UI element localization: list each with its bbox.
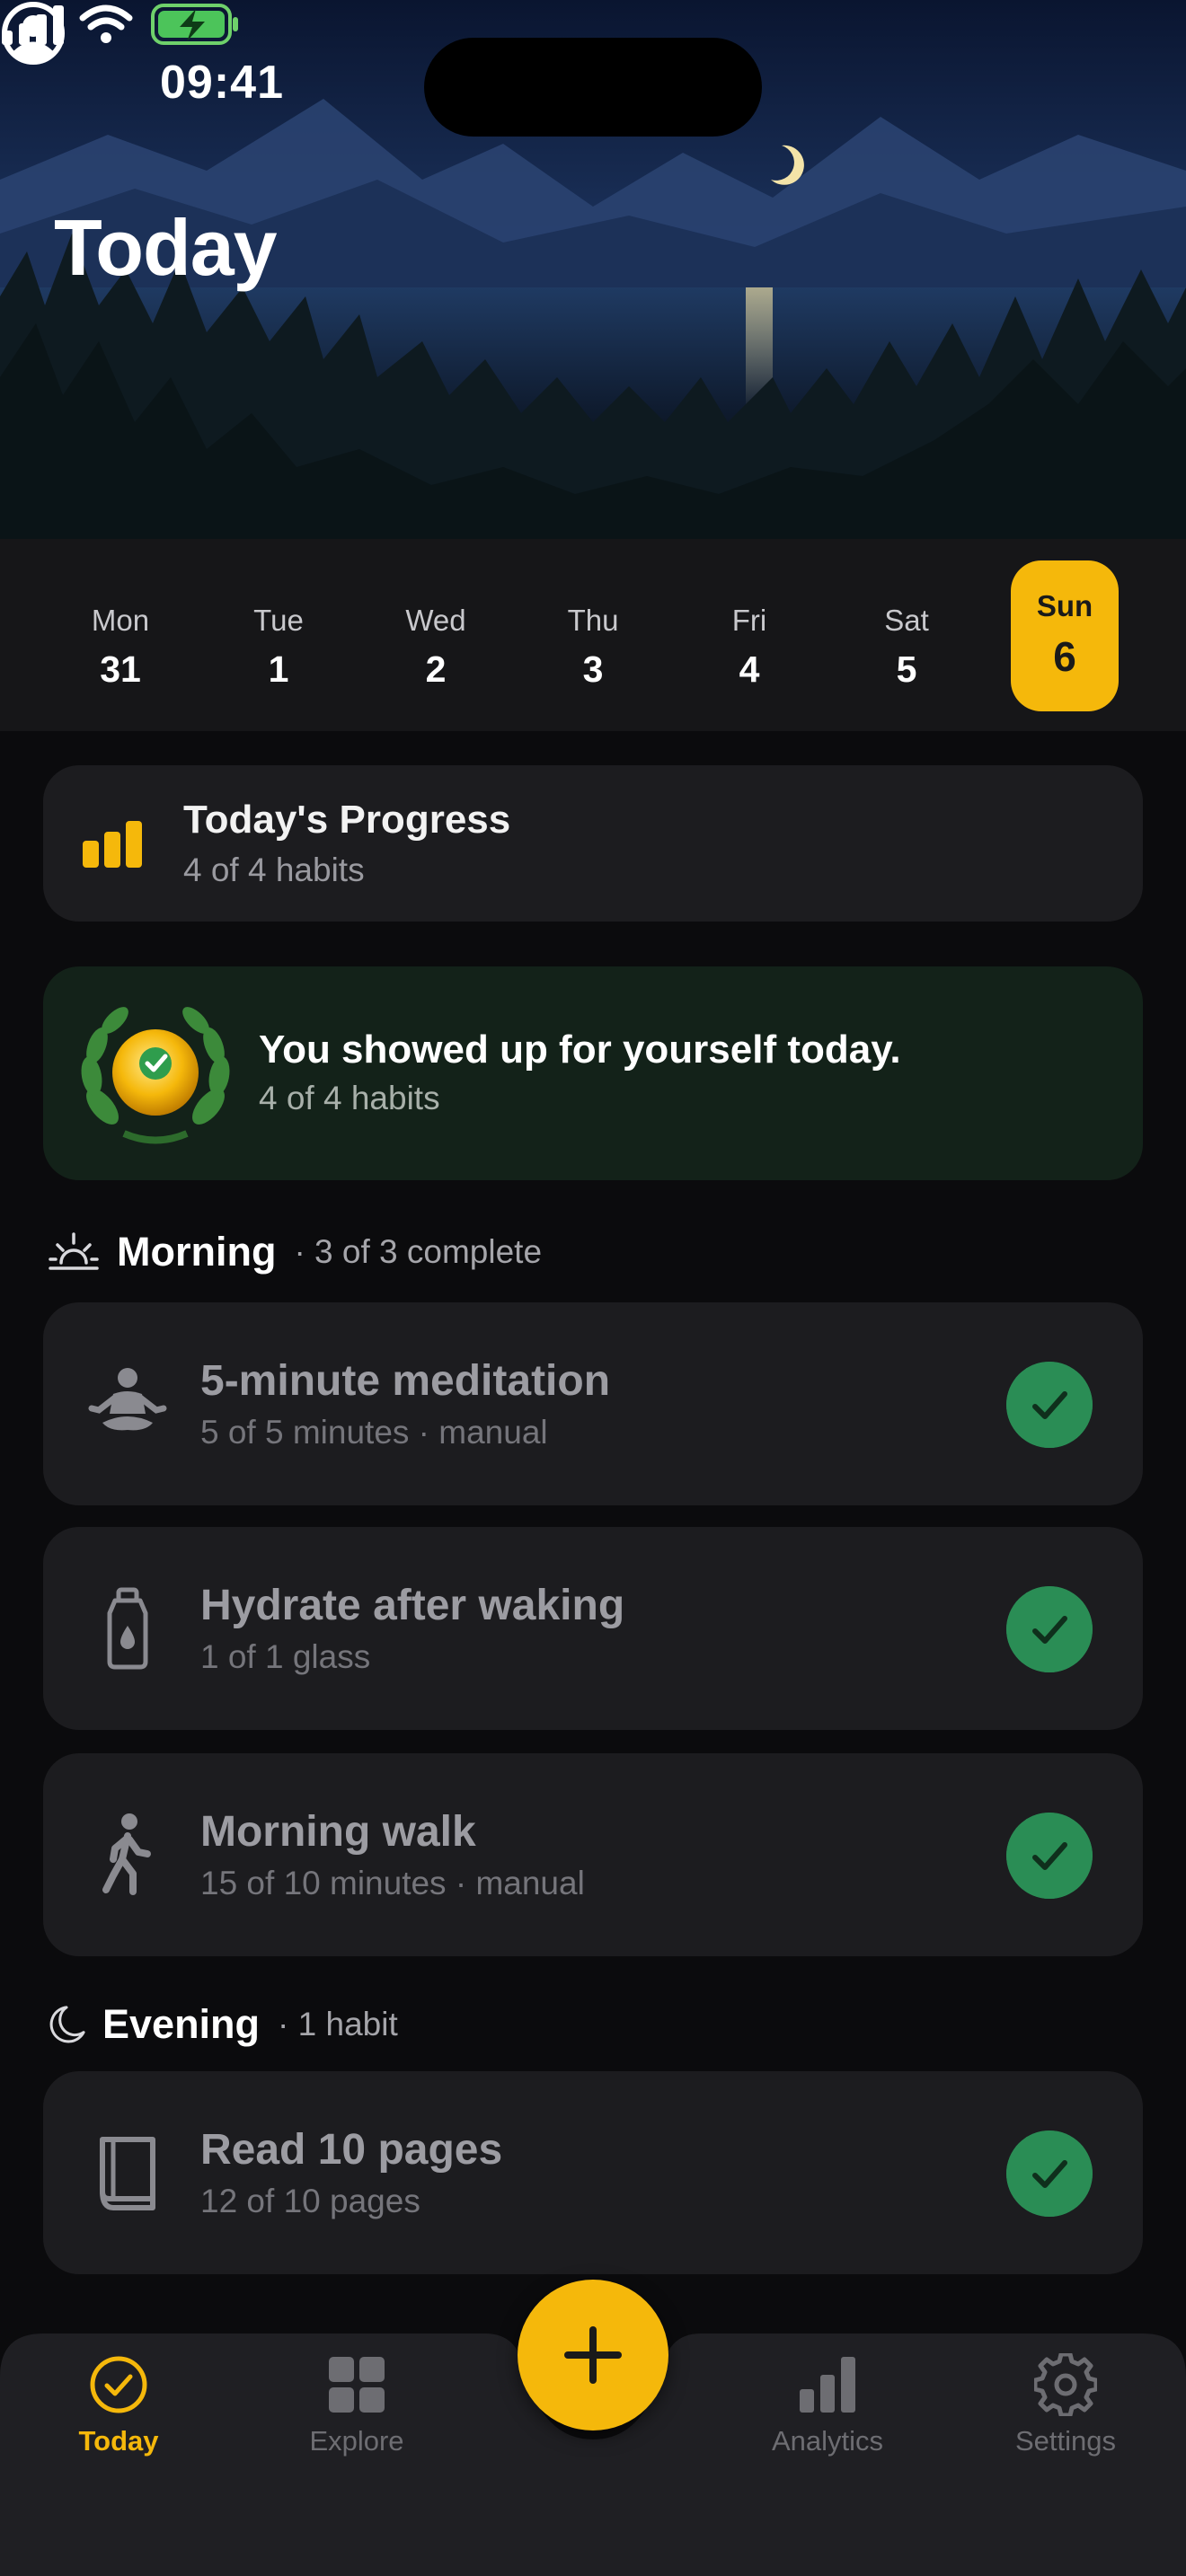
habit-detail: 1 of 1 glass — [200, 1638, 371, 1675]
laurel-badge-icon — [81, 1007, 230, 1144]
completed-check-button[interactable] — [1006, 1586, 1093, 1672]
battery-charging-icon — [151, 4, 238, 45]
book-icon — [100, 2137, 155, 2210]
gear-icon — [1034, 2353, 1097, 2416]
habit-detail: 15 of 10 minutes · manual — [200, 1865, 585, 1901]
add-habit-button[interactable] — [518, 2280, 668, 2430]
habit-name: Hydrate after waking — [200, 1582, 625, 1629]
water-bottle-icon — [107, 1587, 148, 1670]
tab-analytics[interactable]: Analytics — [738, 2353, 917, 2461]
status-time: 09:41 — [160, 57, 284, 109]
section-meta: · 3 of 3 complete — [294, 1233, 543, 1270]
day-thu[interactable]: Thu 3 — [539, 560, 647, 711]
moon-icon — [49, 2006, 85, 2043]
tab-today[interactable]: Today — [29, 2353, 208, 2461]
habit-card-hydrate[interactable]: Hydrate after waking 1 of 1 glass — [43, 1527, 1143, 1730]
day-wed[interactable]: Wed 2 — [382, 560, 490, 711]
day-tue[interactable]: Tue 1 — [225, 560, 332, 711]
tab-label: Today — [78, 2425, 159, 2457]
tab-label: Explore — [309, 2425, 404, 2457]
day-name: Sun — [1036, 589, 1093, 622]
header-hero: 09:41 Today — [0, 0, 1186, 539]
section-header-evening: Evening · 1 habit — [43, 1998, 398, 2051]
day-number: 4 — [739, 648, 760, 690]
tab-settings[interactable]: Settings — [976, 2353, 1155, 2461]
day-number: 3 — [582, 648, 604, 690]
wifi-dot — [101, 32, 111, 43]
day-number: 6 — [1053, 633, 1076, 680]
wifi-icon — [79, 4, 133, 31]
habit-name: 5-minute meditation — [200, 1357, 611, 1405]
habit-card-read[interactable]: Read 10 pages 12 of 10 pages — [43, 2071, 1143, 2274]
analytics-bars-icon — [800, 2357, 855, 2413]
section-title: Morning — [117, 1229, 277, 1275]
day-number: 2 — [425, 648, 447, 690]
walking-icon — [102, 1813, 151, 1895]
tab-label: Analytics — [771, 2425, 884, 2457]
day-name: Mon — [91, 604, 150, 637]
day-name: Wed — [405, 604, 466, 637]
status-bar: 09:41 — [0, 0, 1186, 171]
section-title: Evening — [102, 2001, 261, 2047]
checkmark-circle-icon — [90, 2356, 147, 2413]
celebration-subtitle: 4 of 4 habits — [259, 1080, 440, 1116]
celebration-title: You showed up for yourself today. — [259, 1028, 901, 1072]
completed-check-button[interactable] — [1006, 1813, 1093, 1899]
week-selector: Mon 31 Tue 1 Wed 2 Thu 3 Fri 4 Sat 5 Sun… — [0, 539, 1186, 731]
section-meta: · 1 habit — [278, 2006, 398, 2042]
day-number: 31 — [100, 648, 141, 690]
habit-card-walk[interactable]: Morning walk 15 of 10 minutes · manual — [43, 1753, 1143, 1956]
day-name: Tue — [253, 604, 304, 637]
sunrise-icon — [49, 1232, 99, 1270]
habit-name: Morning walk — [200, 1808, 476, 1856]
day-sat[interactable]: Sat 5 — [853, 560, 960, 711]
day-number: 5 — [896, 648, 917, 690]
day-fri[interactable]: Fri 4 — [695, 560, 803, 711]
profile-icon[interactable] — [0, 0, 66, 66]
grid-icon — [329, 2357, 385, 2413]
progress-title: Today's Progress — [183, 798, 511, 842]
habit-detail: 5 of 5 minutes · manual — [200, 1414, 548, 1451]
habit-name: Read 10 pages — [200, 2126, 503, 2174]
plus-icon — [564, 2326, 622, 2384]
section-header-morning: Morning · 3 of 3 complete — [47, 1225, 542, 1279]
day-name: Thu — [567, 604, 619, 637]
progress-card[interactable]: Today's Progress 4 of 4 habits — [43, 765, 1143, 922]
dynamic-island — [424, 38, 762, 137]
celebration-card: You showed up for yourself today. 4 of 4… — [43, 966, 1143, 1180]
day-name: Fri — [731, 604, 767, 637]
day-name: Sat — [884, 604, 929, 637]
meditation-icon — [88, 1368, 167, 1431]
day-number: 1 — [268, 648, 289, 690]
completed-check-button[interactable] — [1006, 2130, 1093, 2217]
habit-detail: 12 of 10 pages — [200, 2183, 420, 2219]
bar-chart-icon — [83, 821, 142, 868]
habit-card-meditation[interactable]: 5-minute meditation 5 of 5 minutes · man… — [43, 1302, 1143, 1505]
completed-check-button[interactable] — [1006, 1362, 1093, 1448]
tab-explore[interactable]: Explore — [267, 2353, 447, 2461]
tab-label: Settings — [1014, 2425, 1116, 2457]
day-sun-selected[interactable]: Sun 6 — [1011, 560, 1119, 711]
day-mon[interactable]: Mon 31 — [66, 560, 174, 711]
page-title: Today — [54, 203, 278, 292]
progress-subtitle: 4 of 4 habits — [183, 851, 365, 888]
